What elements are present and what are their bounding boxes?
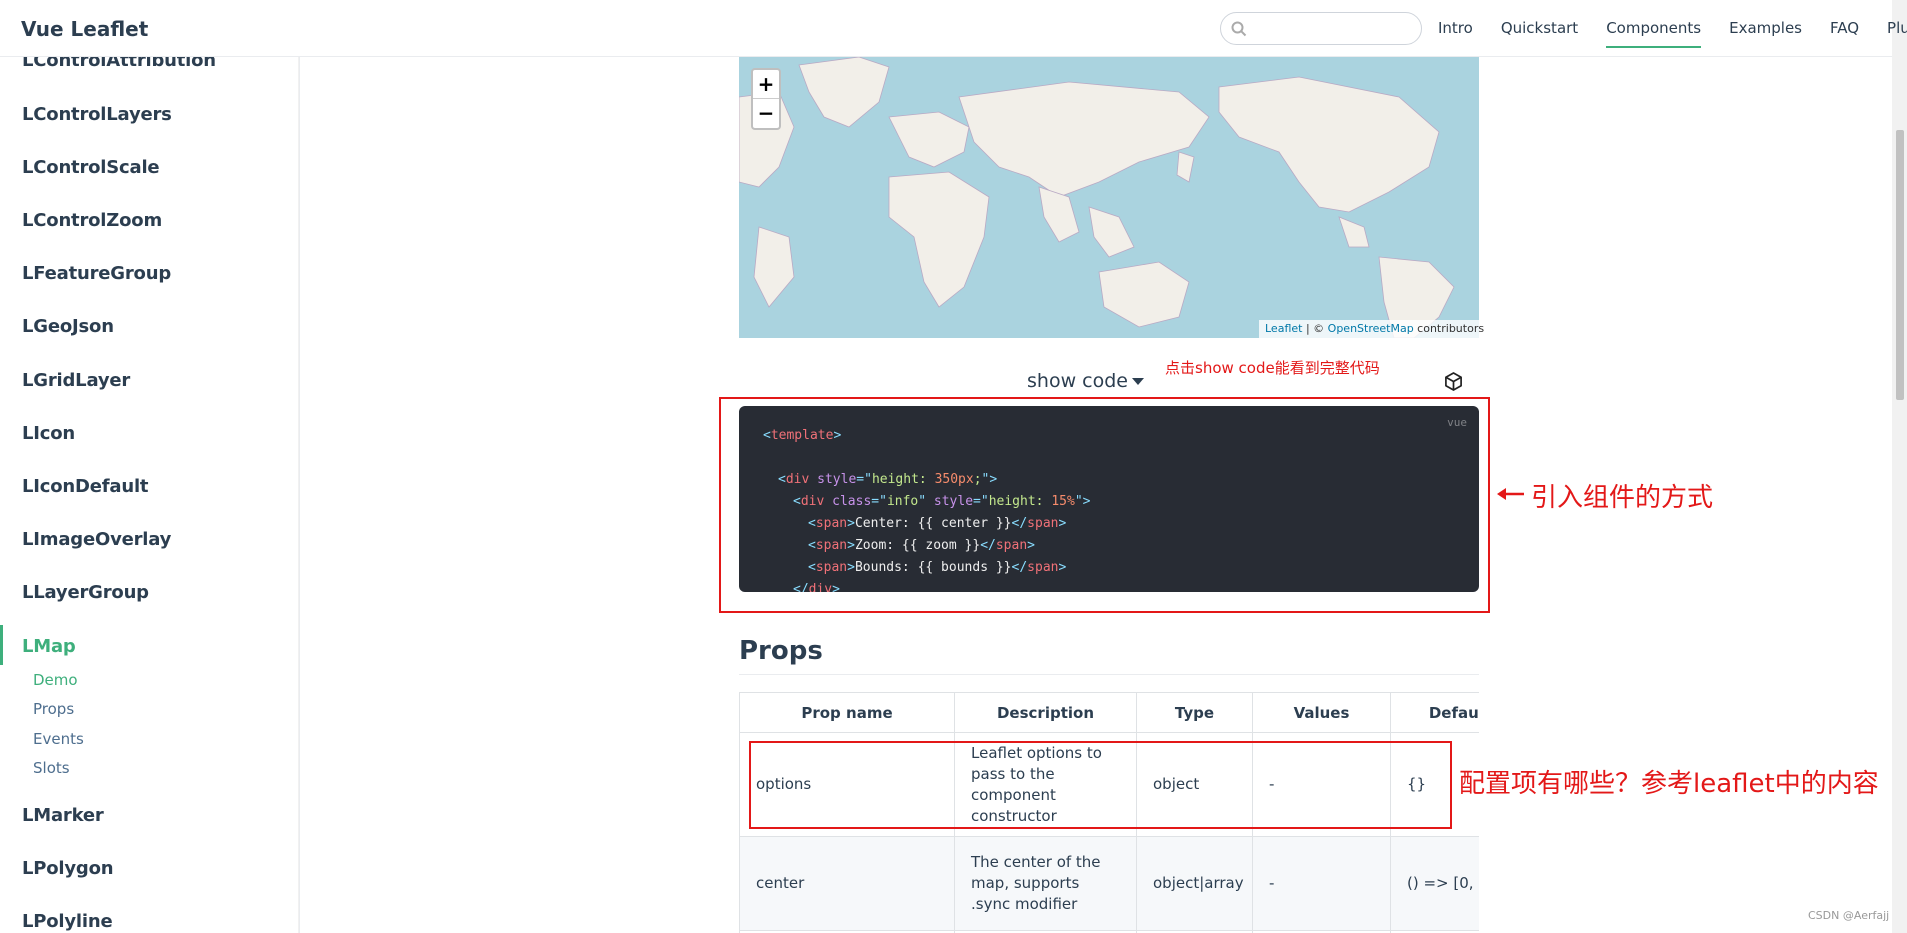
main-scrollbar-thumb[interactable] xyxy=(1896,130,1904,400)
sidebar-item-lcontrolzoom[interactable]: LControlZoom xyxy=(22,210,162,231)
search-input[interactable] xyxy=(1253,19,1413,39)
leaflet-map[interactable] xyxy=(739,57,1479,338)
site-name[interactable]: Vue Leaflet xyxy=(21,17,148,41)
map-attribution: Leaflet | © OpenStreetMap contributors xyxy=(1259,320,1491,338)
page: Vue Leaflet Intro Quickstart Components … xyxy=(0,0,1907,933)
watermark: CSDN @Aerfajj xyxy=(1808,909,1890,922)
annotation-show-code: 点击show code能看到完整代码 xyxy=(1165,359,1380,377)
search-icon xyxy=(1231,21,1247,37)
sidebar-item-lpolyline[interactable]: LPolyline xyxy=(22,911,113,932)
attribution-tail: contributors xyxy=(1413,322,1485,335)
sidebar-item-lcontrolscale[interactable]: LControlScale xyxy=(22,157,160,178)
nav-link-intro[interactable]: Intro xyxy=(1438,0,1473,57)
sidebar-active-indicator xyxy=(0,625,3,665)
cube-icon[interactable] xyxy=(1444,372,1463,391)
sidebar-item-lgeojson[interactable]: LGeoJson xyxy=(22,316,114,337)
column-header: Prop name xyxy=(739,692,955,733)
nav-links: Intro Quickstart Components Examples FAQ… xyxy=(1438,0,1907,57)
column-header: Type xyxy=(1136,692,1253,733)
annotation-arrow-icon xyxy=(1497,488,1524,500)
nav-link-examples[interactable]: Examples xyxy=(1729,0,1802,57)
sidebar-item-lcontrolattribution[interactable]: LControlAttribution xyxy=(22,57,216,71)
sidebar-item-limageoverlay[interactable]: LImageOverlay xyxy=(22,529,171,550)
annotation-box-code xyxy=(719,397,1490,613)
description-cell: The center of the map, supports .sync mo… xyxy=(954,836,1137,931)
show-code-label: show code xyxy=(1027,370,1128,392)
nav-link-components[interactable]: Components xyxy=(1606,8,1702,48)
type-cell: object|array xyxy=(1136,836,1253,931)
sidebar-item-llayergroup[interactable]: LLayerGroup xyxy=(22,582,149,603)
annotation-import: 引入组件的方式 xyxy=(1531,483,1714,513)
values-cell: - xyxy=(1252,836,1391,931)
navbar: Vue Leaflet Intro Quickstart Components … xyxy=(0,0,1907,57)
sidebar-scrollbar[interactable] xyxy=(298,57,299,933)
sidebar-item-licon[interactable]: LIcon xyxy=(22,423,75,444)
zoom-control: + − xyxy=(751,68,781,130)
sidebar: LControlAttribution LControlLayers LCont… xyxy=(0,57,300,933)
leaflet-link[interactable]: Leaflet xyxy=(1265,322,1302,335)
attribution-separator: | © xyxy=(1302,322,1328,335)
sidebar-item-lmap[interactable]: LMap xyxy=(22,636,76,657)
props-heading: Props xyxy=(739,636,823,666)
column-header: Default xyxy=(1390,692,1479,733)
zoom-out-button[interactable]: − xyxy=(753,99,779,128)
sidebar-item-lgridlayer[interactable]: LGridLayer xyxy=(22,370,130,391)
table-row: center The center of the map, supports .… xyxy=(739,836,1479,931)
sidebar-item-licondefault[interactable]: LIconDefault xyxy=(22,476,149,497)
prop-name-cell: center xyxy=(739,836,955,931)
table-header-row: Prop name Description Type Values Defaul… xyxy=(739,692,1479,733)
sidebar-subitem-demo[interactable]: Demo xyxy=(33,671,78,689)
props-divider xyxy=(739,674,1479,675)
openstreetmap-link[interactable]: OpenStreetMap xyxy=(1328,322,1414,335)
search-box[interactable] xyxy=(1220,12,1422,45)
default-cell: () => [0, 0] xyxy=(1390,836,1479,931)
sidebar-subitem-slots[interactable]: Slots xyxy=(33,759,70,777)
sidebar-item-lfeaturegroup[interactable]: LFeatureGroup xyxy=(22,263,171,284)
annotation-props: 配置项有哪些？参考leaflet中的内容 xyxy=(1459,769,1879,799)
sidebar-item-lcontrollayers[interactable]: LControlLayers xyxy=(22,104,172,125)
caret-down-icon xyxy=(1131,378,1144,385)
sidebar-subitem-events[interactable]: Events xyxy=(33,730,84,748)
column-header: Values xyxy=(1252,692,1391,733)
annotation-box-props xyxy=(749,741,1452,829)
nav-link-faq[interactable]: FAQ xyxy=(1830,0,1859,57)
world-map-tiles xyxy=(739,57,1455,338)
nav-link-plugins[interactable]: Plugins xyxy=(1887,0,1907,57)
zoom-in-button[interactable]: + xyxy=(753,70,779,99)
show-code-toggle[interactable]: show code xyxy=(1027,370,1144,392)
column-header: Description xyxy=(954,692,1137,733)
sidebar-subitem-props[interactable]: Props xyxy=(33,700,74,718)
nav-link-quickstart[interactable]: Quickstart xyxy=(1501,0,1578,57)
sidebar-item-lmarker[interactable]: LMarker xyxy=(22,805,104,826)
sidebar-item-lpolygon[interactable]: LPolygon xyxy=(22,858,114,879)
